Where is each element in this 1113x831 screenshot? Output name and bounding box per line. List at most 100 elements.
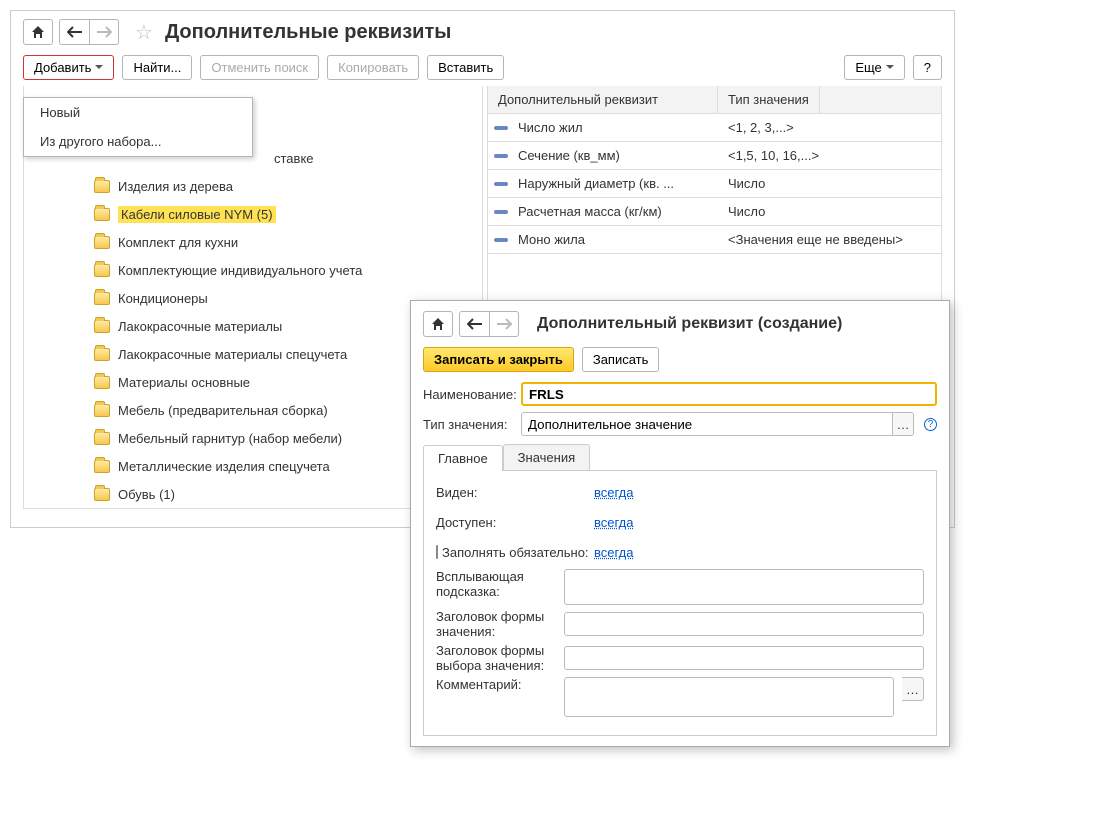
folder-icon (94, 348, 110, 361)
property-row[interactable]: Сечение (кв_мм)<1,5, 10, 16,...> (488, 142, 941, 170)
property-name: Наружный диаметр (кв. ... (514, 176, 718, 191)
top-navigation: ☆ Дополнительные реквизиты (23, 19, 942, 45)
arrow-left-icon (67, 26, 83, 38)
save-button[interactable]: Записать (582, 347, 660, 372)
property-name: Моно жила (514, 232, 718, 247)
property-type: <Значения еще не введены> (718, 232, 941, 247)
folder-icon (94, 180, 110, 193)
form-title-label: Заголовок формы значения: (436, 609, 556, 639)
col-header-name: Дополнительный реквизит (488, 86, 718, 113)
more-button[interactable]: Еще (844, 55, 904, 80)
tree-item-label: Комплект для кухни (118, 235, 238, 250)
folder-icon (94, 404, 110, 417)
folder-icon (94, 460, 110, 473)
tree-item-label: Изделия из дерева (118, 179, 233, 194)
tree-row[interactable]: Комплектующие индивидуального учета (24, 256, 482, 284)
tab-body-main: Виден: всегда Доступен: всегда Заполнять… (423, 471, 937, 736)
save-close-button[interactable]: Записать и закрыть (423, 347, 574, 372)
find-button[interactable]: Найти... (122, 55, 192, 80)
tree-item-label: ставке (274, 151, 314, 166)
comment-input[interactable] (564, 677, 894, 717)
back-button[interactable] (59, 19, 89, 45)
help-button[interactable]: ? (913, 55, 942, 80)
folder-icon (94, 264, 110, 277)
tree-item-label: Металлические изделия спецучета (118, 459, 330, 474)
folder-icon (94, 376, 110, 389)
add-dropdown-menu: Новый Из другого набора... (23, 97, 253, 157)
property-row[interactable]: Моно жила<Значения еще не введены> (488, 226, 941, 254)
add-button[interactable]: Добавить (23, 55, 114, 80)
form-select-label: Заголовок формы выбора значения: (436, 643, 556, 673)
paste-button[interactable]: Вставить (427, 55, 504, 80)
favorite-star-icon[interactable]: ☆ (135, 20, 153, 45)
property-row[interactable]: Расчетная масса (кг/км)Число (488, 198, 941, 226)
page-title: Дополнительные реквизиты (165, 21, 451, 44)
property-row[interactable]: Наружный диаметр (кв. ...Число (488, 170, 941, 198)
tree-item-label: Материалы основные (118, 375, 250, 390)
tooltip-input[interactable] (564, 569, 924, 605)
property-icon (494, 126, 508, 130)
col-header-type: Тип значения (718, 86, 820, 113)
property-icon (494, 182, 508, 186)
comment-label: Комментарий: (436, 677, 556, 692)
required-value-link[interactable]: всегда (594, 545, 633, 560)
arrow-left-icon (467, 318, 483, 330)
name-label: Наименование: (423, 387, 515, 402)
property-type: <1,5, 10, 16,...> (718, 148, 941, 163)
type-select-button[interactable]: … (892, 412, 914, 436)
required-checkbox[interactable] (436, 545, 438, 559)
form-select-input[interactable] (564, 646, 924, 670)
required-label: Заполнять обязательно: (442, 545, 589, 560)
main-toolbar: Добавить Найти... Отменить поиск Копиров… (23, 55, 942, 80)
tree-row[interactable]: Кабели силовые NYM (5) (24, 200, 482, 228)
property-type: <1, 2, 3,...> (718, 120, 941, 135)
tree-item-label: Лакокрасочные материалы спецучета (118, 347, 347, 362)
tree-item-label: Обувь (1) (118, 487, 175, 502)
property-row[interactable]: Число жил<1, 2, 3,...> (488, 114, 941, 142)
folder-icon (94, 208, 110, 221)
tree-item-label: Мебель (предварительная сборка) (118, 403, 328, 418)
home-button[interactable] (23, 19, 53, 45)
type-input[interactable] (521, 412, 892, 436)
home-icon (431, 317, 445, 331)
sub-home-button[interactable] (423, 311, 453, 337)
tree-item-label: Комплектующие индивидуального учета (118, 263, 362, 278)
type-label: Тип значения: (423, 417, 515, 432)
copy-button[interactable]: Копировать (327, 55, 419, 80)
arrow-right-icon (96, 26, 112, 38)
available-value-link[interactable]: всегда (594, 515, 633, 530)
property-icon (494, 238, 508, 242)
sub-forward-button[interactable] (489, 311, 519, 337)
visible-value-link[interactable]: всегда (594, 485, 633, 500)
property-name: Сечение (кв_мм) (514, 148, 718, 163)
folder-icon (94, 488, 110, 501)
cancel-search-button[interactable]: Отменить поиск (200, 55, 319, 80)
help-icon[interactable]: ? (924, 418, 937, 431)
name-input[interactable] (521, 382, 937, 406)
property-type: Число (718, 204, 941, 219)
arrow-right-icon (496, 318, 512, 330)
property-type: Число (718, 176, 941, 191)
forward-button[interactable] (89, 19, 119, 45)
property-name: Число жил (514, 120, 718, 135)
tree-row[interactable]: Изделия из дерева (24, 172, 482, 200)
property-icon (494, 210, 508, 214)
tooltip-label: Всплывающая подсказка: (436, 569, 556, 599)
tree-item-label: Мебельный гарнитур (набор мебели) (118, 431, 342, 446)
tree-item-label: Кабели силовые NYM (5) (118, 206, 276, 223)
sub-toolbar: Записать и закрыть Записать (423, 347, 937, 372)
home-icon (31, 25, 45, 39)
comment-expand-button[interactable]: … (902, 677, 924, 701)
folder-icon (94, 320, 110, 333)
tree-row[interactable]: Комплект для кухни (24, 228, 482, 256)
menu-item-new[interactable]: Новый (24, 98, 252, 127)
folder-icon (94, 236, 110, 249)
folder-icon (94, 292, 110, 305)
menu-item-from-set[interactable]: Из другого набора... (24, 127, 252, 156)
sub-back-button[interactable] (459, 311, 489, 337)
form-title-input[interactable] (564, 612, 924, 636)
tree-item-label: Кондиционеры (118, 291, 208, 306)
sub-window-title: Дополнительный реквизит (создание) (537, 315, 842, 333)
tab-main[interactable]: Главное (423, 445, 503, 471)
tab-values[interactable]: Значения (503, 444, 590, 470)
